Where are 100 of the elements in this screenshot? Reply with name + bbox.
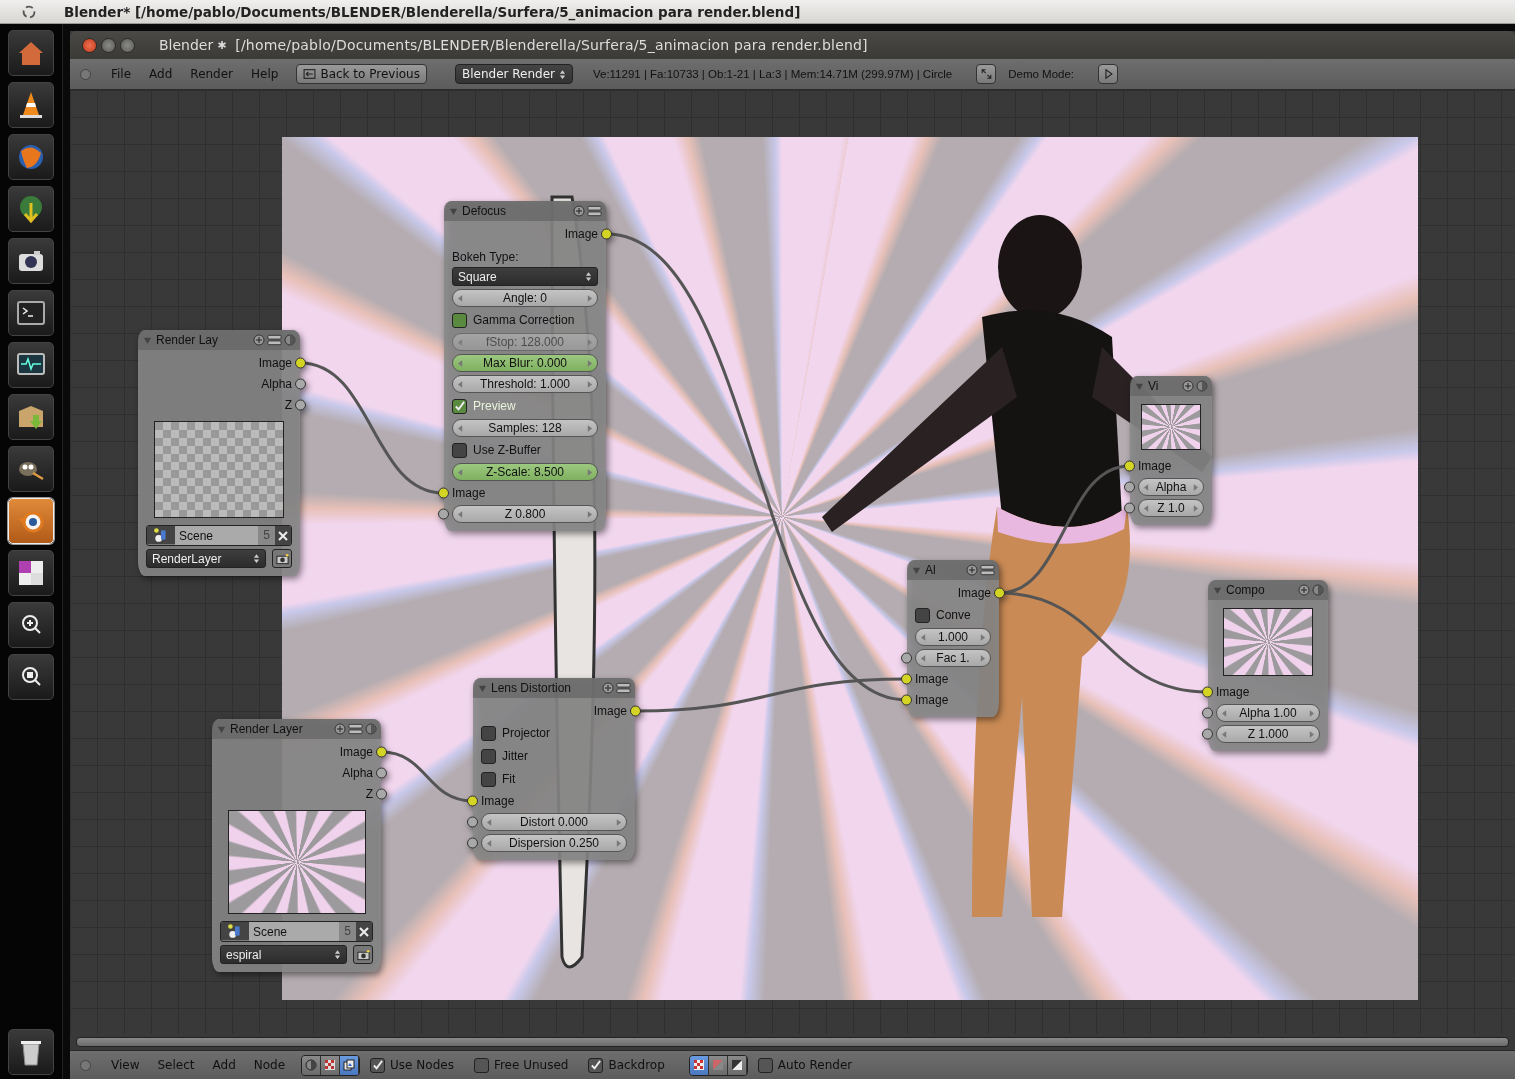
launcher-button[interactable] bbox=[8, 342, 54, 388]
input-socket[interactable] bbox=[901, 652, 912, 664]
minimize-icon[interactable] bbox=[101, 37, 116, 53]
launcher-button[interactable] bbox=[8, 446, 54, 492]
output-socket[interactable] bbox=[601, 228, 612, 240]
input-socket[interactable] bbox=[1202, 707, 1213, 719]
left-arrow-icon[interactable] bbox=[1144, 504, 1149, 512]
number-field[interactable]: Threshold: 1.000 bbox=[452, 375, 598, 393]
input-socket[interactable] bbox=[901, 694, 912, 706]
right-arrow-icon[interactable] bbox=[587, 294, 592, 302]
number-field[interactable]: Z 0.800 bbox=[452, 505, 598, 523]
plus-icon[interactable] bbox=[253, 334, 265, 346]
toggle-icon[interactable] bbox=[348, 723, 363, 735]
plus-icon[interactable] bbox=[334, 723, 346, 735]
input-socket[interactable] bbox=[467, 837, 478, 849]
input-socket[interactable] bbox=[438, 487, 449, 499]
output-socket[interactable] bbox=[295, 357, 306, 369]
compositing-nodes-button[interactable] bbox=[340, 1055, 360, 1075]
toggle-icon[interactable] bbox=[980, 564, 995, 576]
output-socket[interactable] bbox=[630, 705, 641, 717]
render-layer-dropdown[interactable]: espiral bbox=[220, 945, 347, 964]
launcher-button[interactable] bbox=[8, 82, 54, 128]
input-socket[interactable] bbox=[1202, 728, 1213, 740]
number-field[interactable]: Alpha 1.00 bbox=[1216, 704, 1320, 722]
number-field[interactable]: Z 1.0 bbox=[1138, 499, 1204, 517]
launcher-button[interactable] bbox=[8, 290, 54, 336]
sphere-icon[interactable] bbox=[284, 334, 296, 346]
launcher-button[interactable] bbox=[8, 602, 54, 648]
checkbox[interactable] bbox=[481, 771, 496, 787]
input-socket[interactable] bbox=[1124, 502, 1135, 514]
output-socket[interactable] bbox=[376, 746, 387, 758]
sphere-icon[interactable] bbox=[1196, 380, 1208, 392]
left-arrow-icon[interactable] bbox=[487, 818, 492, 826]
right-arrow-icon[interactable] bbox=[1309, 730, 1314, 738]
launcher-button[interactable] bbox=[8, 134, 54, 180]
checkbox[interactable] bbox=[452, 442, 467, 458]
toggle-icon[interactable] bbox=[587, 205, 602, 217]
left-arrow-icon[interactable] bbox=[487, 839, 492, 847]
node-panel[interactable]: Lens Distortion Image Projector Jitter Fit Image Distort 0.000 Dispersion 0.250 bbox=[466, 678, 642, 860]
texture-nodes-button[interactable] bbox=[321, 1055, 341, 1075]
number-field[interactable]: Alpha bbox=[1138, 478, 1204, 496]
launcher-button[interactable] bbox=[8, 654, 54, 700]
sphere-icon[interactable] bbox=[1312, 584, 1324, 596]
toggle-icon[interactable] bbox=[616, 682, 631, 694]
render-button[interactable] bbox=[353, 945, 373, 964]
plus-icon[interactable] bbox=[573, 205, 585, 217]
right-arrow-icon[interactable] bbox=[587, 510, 592, 518]
maximize-icon[interactable] bbox=[120, 37, 135, 53]
render-button[interactable] bbox=[272, 549, 292, 568]
checkbox[interactable] bbox=[588, 1057, 604, 1073]
checkbox[interactable] bbox=[452, 312, 467, 328]
number-field[interactable]: Distort 0.000 bbox=[481, 813, 627, 831]
checkbox[interactable] bbox=[481, 748, 496, 764]
left-arrow-icon[interactable] bbox=[921, 633, 926, 641]
left-arrow-icon[interactable] bbox=[458, 294, 463, 302]
input-socket[interactable] bbox=[1124, 460, 1135, 472]
input-socket[interactable] bbox=[901, 673, 912, 685]
left-arrow-icon[interactable] bbox=[458, 510, 463, 518]
right-arrow-icon[interactable] bbox=[1193, 483, 1198, 491]
number-field[interactable]: Samples: 128 bbox=[452, 419, 598, 437]
output-socket[interactable] bbox=[994, 587, 1005, 599]
render-layer-dropdown[interactable]: RenderLayer bbox=[146, 549, 266, 568]
output-socket[interactable] bbox=[295, 399, 306, 411]
left-arrow-icon[interactable] bbox=[1144, 483, 1149, 491]
close-icon[interactable] bbox=[82, 37, 97, 53]
plus-icon[interactable] bbox=[1298, 584, 1310, 596]
output-socket[interactable] bbox=[376, 767, 387, 779]
back-to-previous-button[interactable]: Back to Previous bbox=[296, 64, 427, 84]
bokeh-type-dropdown[interactable]: Square bbox=[452, 267, 598, 286]
right-arrow-icon[interactable] bbox=[616, 839, 621, 847]
play-button[interactable] bbox=[1098, 64, 1119, 84]
launcher-button[interactable] bbox=[8, 550, 54, 596]
checkbox[interactable] bbox=[757, 1057, 773, 1073]
shader-nodes-button[interactable] bbox=[302, 1055, 322, 1075]
right-arrow-icon[interactable] bbox=[1309, 709, 1314, 717]
output-socket[interactable] bbox=[295, 378, 306, 390]
input-socket[interactable] bbox=[1202, 686, 1213, 698]
plus-icon[interactable] bbox=[602, 682, 614, 694]
right-arrow-icon[interactable] bbox=[616, 818, 621, 826]
checkbox[interactable] bbox=[473, 1057, 489, 1073]
number-field[interactable]: Angle: 0 bbox=[452, 289, 598, 307]
plus-icon[interactable] bbox=[966, 564, 978, 576]
fullscreen-button[interactable] bbox=[976, 64, 997, 84]
left-arrow-icon[interactable] bbox=[921, 654, 926, 662]
input-socket[interactable] bbox=[1124, 481, 1135, 493]
number-field[interactable]: 1.000 bbox=[915, 628, 991, 646]
right-arrow-icon[interactable] bbox=[587, 424, 592, 432]
left-arrow-icon[interactable] bbox=[458, 424, 463, 432]
sphere-icon[interactable] bbox=[365, 723, 377, 735]
right-arrow-icon[interactable] bbox=[1193, 504, 1198, 512]
right-arrow-icon[interactable] bbox=[587, 380, 592, 388]
input-socket[interactable] bbox=[438, 508, 449, 520]
left-arrow-icon[interactable] bbox=[458, 380, 463, 388]
number-field[interactable]: Dispersion 0.250 bbox=[481, 834, 627, 852]
toggle-icon[interactable] bbox=[267, 334, 282, 346]
launcher-button[interactable] bbox=[8, 238, 54, 284]
checkbox[interactable] bbox=[452, 398, 467, 414]
number-field[interactable]: Fac 1. bbox=[915, 649, 991, 667]
checkbox[interactable] bbox=[481, 725, 496, 741]
output-socket[interactable] bbox=[376, 788, 387, 800]
